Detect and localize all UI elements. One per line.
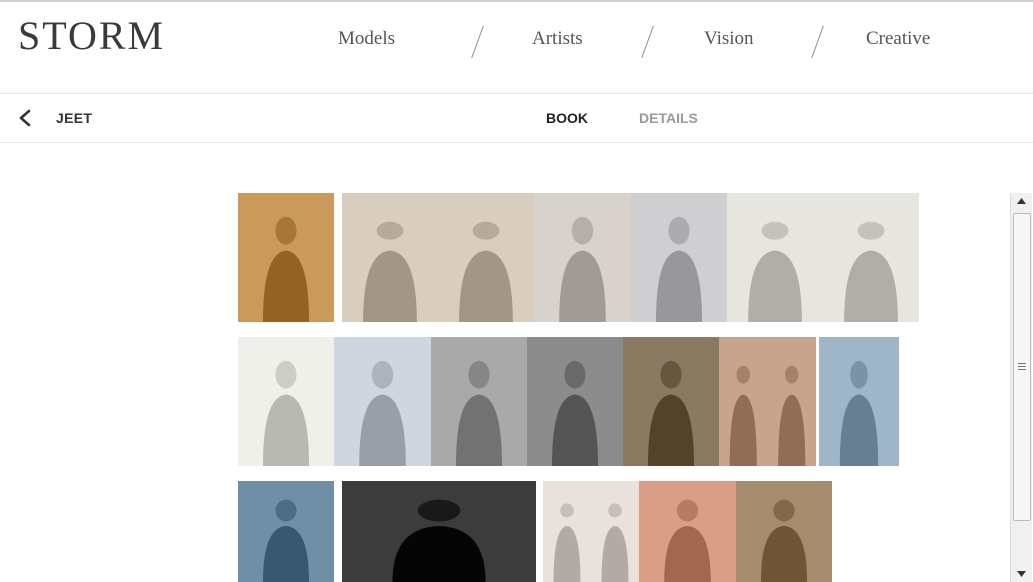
nav-separator: [471, 26, 484, 58]
gallery-photo[interactable]: [639, 481, 736, 582]
scroll-thumb[interactable]: [1013, 213, 1031, 521]
gallery-photo[interactable]: [623, 337, 719, 466]
gallery-photo[interactable]: [719, 337, 816, 466]
photo-placeholder-icon: [727, 193, 919, 322]
photo-placeholder-icon: [631, 193, 727, 322]
vertical-scrollbar[interactable]: [1010, 193, 1032, 582]
model-subbar: JEET BOOK DETAILS: [0, 94, 1033, 143]
grip-line: [1018, 363, 1026, 364]
gallery-photo[interactable]: [543, 481, 639, 582]
photo-placeholder-icon: [719, 337, 816, 466]
nav-item-vision[interactable]: Vision: [704, 26, 754, 52]
gallery-photo[interactable]: [631, 193, 727, 322]
grip-line: [1018, 369, 1026, 370]
photo-placeholder-icon: [334, 337, 431, 466]
photo-placeholder-icon: [543, 481, 639, 582]
grip-line: [1018, 366, 1026, 367]
photo-placeholder-icon: [238, 337, 334, 466]
photo-placeholder-icon: [342, 193, 534, 322]
photo-placeholder-icon: [819, 337, 899, 466]
photo-placeholder-icon: [736, 481, 832, 582]
nav-item-artists[interactable]: Artists: [532, 26, 583, 52]
nav-item-creative[interactable]: Creative: [866, 26, 930, 52]
gallery-photo[interactable]: [342, 193, 534, 322]
gallery-photo[interactable]: [238, 337, 334, 466]
nav-separator: [641, 26, 654, 58]
gallery-photo[interactable]: [238, 481, 334, 582]
photo-placeholder-icon: [623, 337, 719, 466]
photo-placeholder-icon: [238, 193, 334, 322]
book-gallery: [0, 143, 1010, 582]
gallery-photo[interactable]: [727, 193, 919, 322]
photo-placeholder-icon: [639, 481, 736, 582]
nav-separator: [811, 26, 824, 58]
tab-details[interactable]: DETAILS: [639, 110, 698, 126]
photo-placeholder-icon: [238, 481, 334, 582]
gallery-photo[interactable]: [736, 481, 832, 582]
site-header: STORM Models Artists Vision Creative: [0, 2, 1033, 94]
gallery-photo[interactable]: [238, 193, 334, 322]
gallery-photo[interactable]: [342, 481, 536, 582]
gallery-photo[interactable]: [431, 337, 527, 466]
photo-placeholder-icon: [527, 337, 623, 466]
scroll-up-arrow-icon[interactable]: [1011, 193, 1032, 210]
gallery-photo[interactable]: [819, 337, 899, 466]
nav-item-models[interactable]: Models: [338, 26, 395, 52]
photo-placeholder-icon: [342, 481, 536, 582]
chevron-left-icon[interactable]: [18, 109, 32, 127]
tab-book[interactable]: BOOK: [546, 110, 588, 126]
photo-placeholder-icon: [534, 193, 631, 322]
photo-placeholder-icon: [431, 337, 527, 466]
model-name: JEET: [56, 110, 93, 126]
scroll-down-arrow-icon[interactable]: [1011, 565, 1032, 582]
main-nav: Models Artists Vision Creative: [0, 26, 1033, 60]
gallery-photo[interactable]: [334, 337, 431, 466]
gallery-photo[interactable]: [534, 193, 631, 322]
gallery-photo[interactable]: [527, 337, 623, 466]
